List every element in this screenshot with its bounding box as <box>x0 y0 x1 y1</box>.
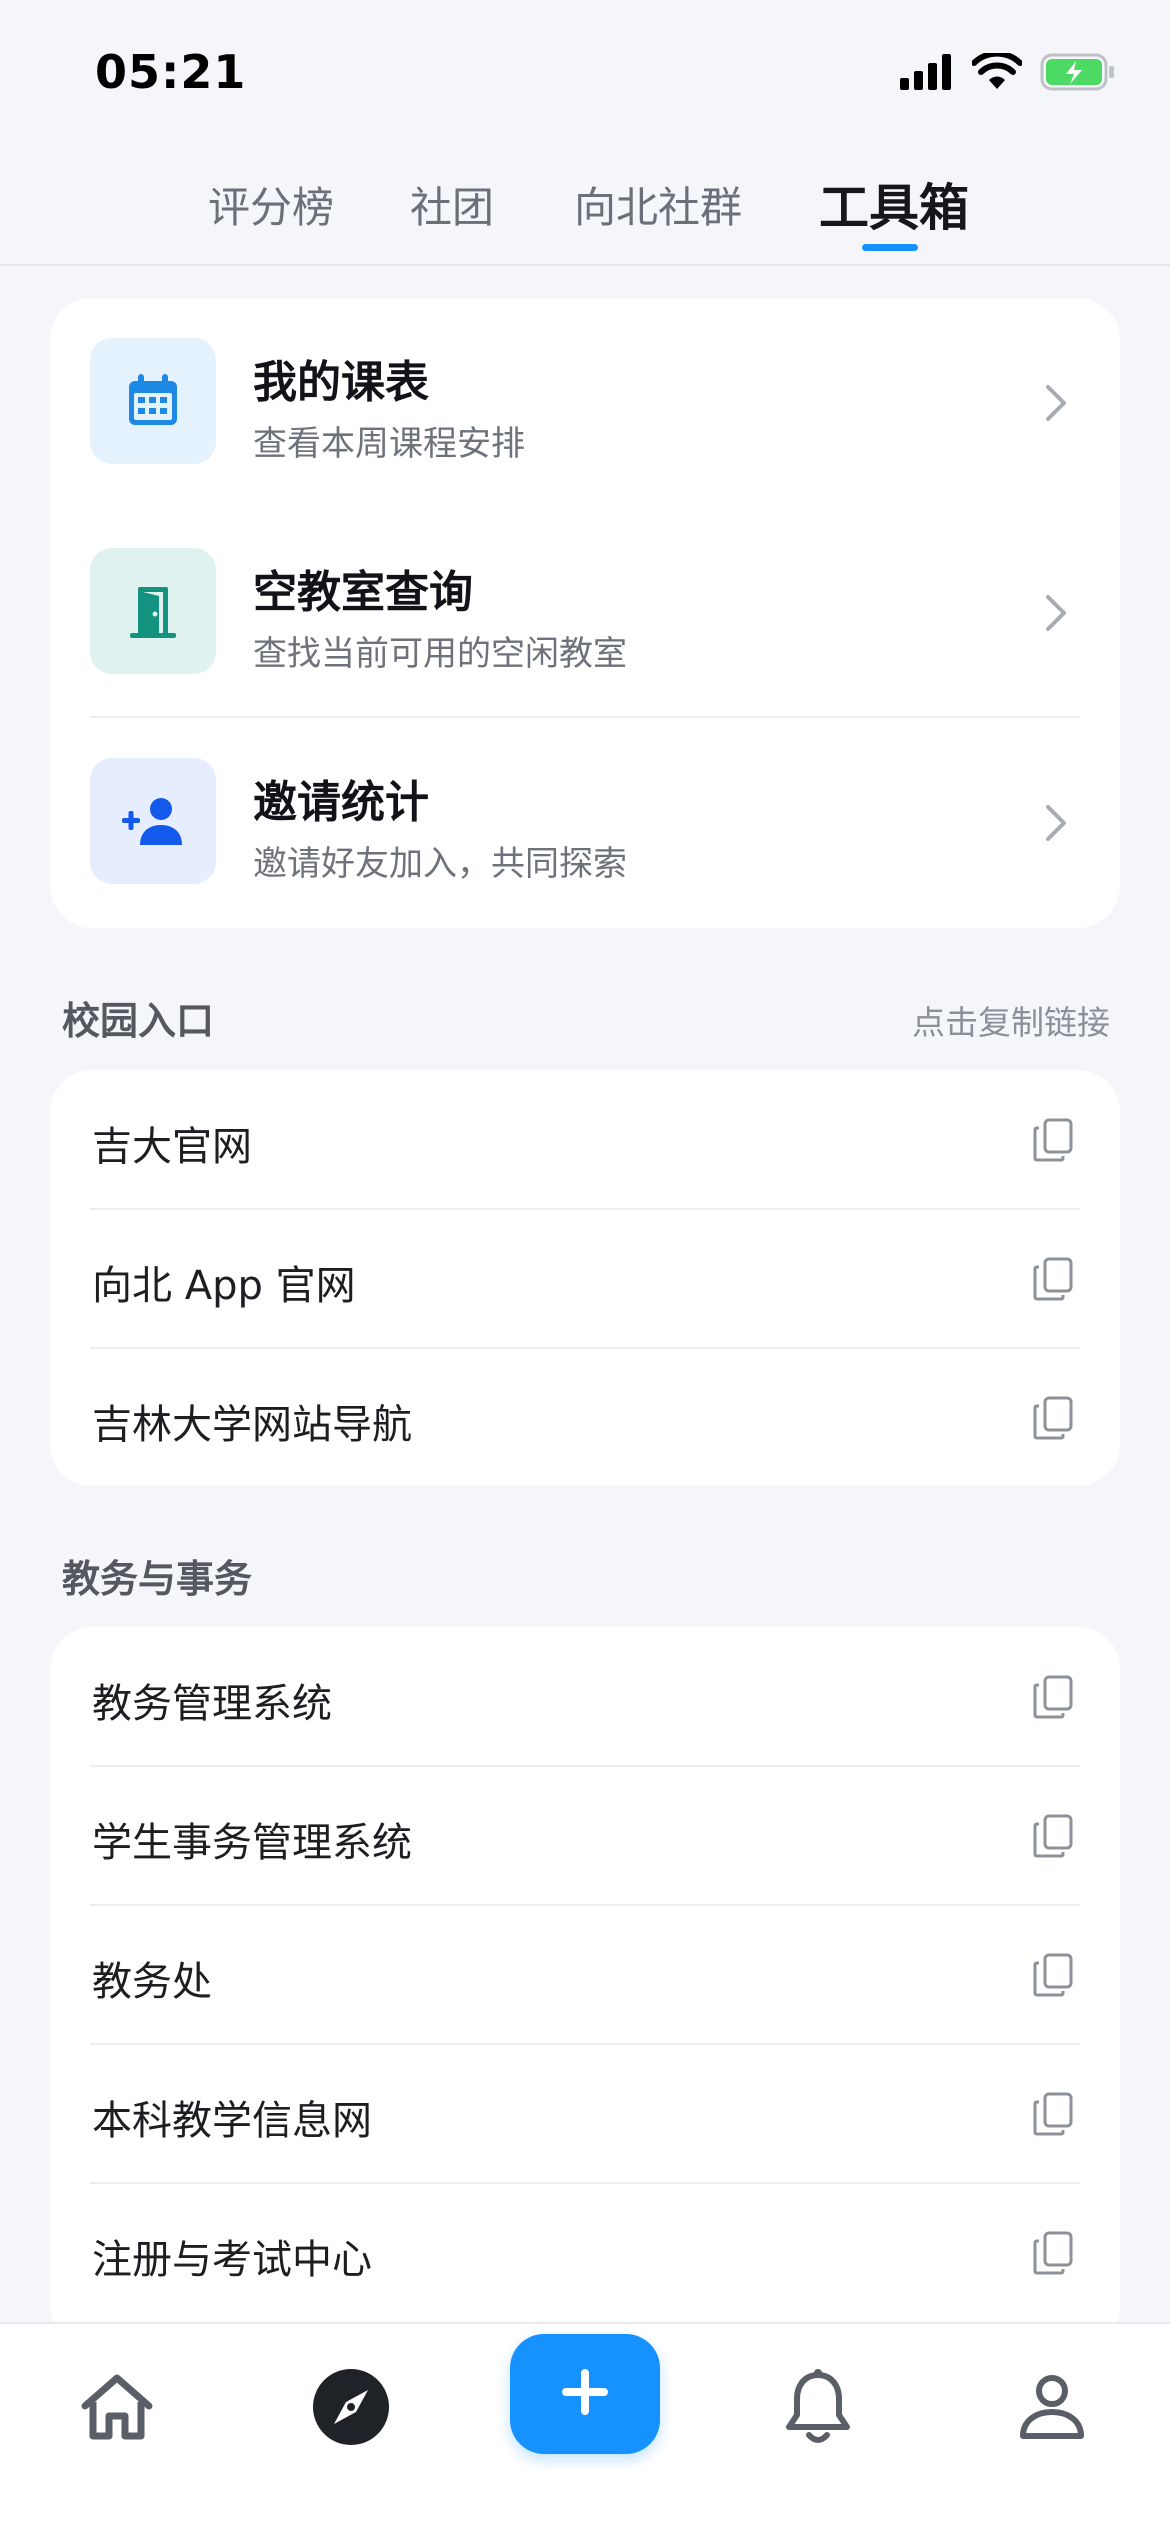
add-person-icon <box>90 758 216 884</box>
tool-subtitle: 查找当前可用的空闲教室 <box>253 634 627 674</box>
nav-notifications[interactable] <box>763 2354 873 2464</box>
list-item[interactable]: 教务管理系统 <box>50 1627 1120 1766</box>
link-label: 教务处 <box>92 1959 212 2005</box>
status-bar: 05:21 <box>0 0 1170 140</box>
compass-icon <box>312 2368 390 2450</box>
copy-icon[interactable] <box>1028 2088 1078 2140</box>
list-item[interactable]: 学生事务管理系统 <box>50 1766 1120 1905</box>
link-label: 向北 App 官网 <box>92 1263 356 1309</box>
copy-icon[interactable] <box>1028 1671 1078 1723</box>
copy-icon[interactable] <box>1028 1253 1078 1305</box>
tool-row-timetable[interactable]: 我的课表 查看本周课程安排 <box>50 298 1120 508</box>
tool-title: 空教室查询 <box>253 567 473 618</box>
tool-subtitle: 查看本周课程安排 <box>253 424 525 464</box>
nav-profile[interactable] <box>997 2354 1107 2464</box>
tab-toolbox[interactable]: 工具箱 <box>819 168 969 240</box>
home-icon <box>79 2372 155 2446</box>
bottom-nav <box>0 2322 1170 2532</box>
link-label: 吉大官网 <box>92 1124 252 1170</box>
tool-row-invite-stats[interactable]: 邀请统计 邀请好友加入，共同探索 <box>50 718 1120 928</box>
link-label: 教务管理系统 <box>92 1681 332 1727</box>
tools-card: 我的课表 查看本周课程安排 空教室查询 查找当前可用的空闲教室 邀请统计 邀请好… <box>50 298 1120 928</box>
bell-icon <box>785 2369 851 2449</box>
list-item[interactable]: 教务处 <box>50 1905 1120 2044</box>
add-button[interactable] <box>510 2334 660 2454</box>
top-tab-bar: 评分榜 社团 向北社群 工具箱 <box>0 150 1170 266</box>
chevron-right-icon <box>1036 378 1076 428</box>
active-tab-indicator <box>862 244 918 251</box>
link-label: 本科教学信息网 <box>92 2098 372 2144</box>
calendar-icon <box>90 338 216 464</box>
door-icon <box>90 548 216 674</box>
list-item[interactable]: 本科教学信息网 <box>50 2044 1120 2183</box>
nav-home[interactable] <box>62 2354 172 2464</box>
academic-links-card: 教务管理系统 学生事务管理系统 教务处 本科教学信息网 注册与考试中心 <box>50 1627 1120 2347</box>
list-item[interactable]: 注册与考试中心 <box>50 2183 1120 2322</box>
chevron-right-icon <box>1036 798 1076 848</box>
campus-links-card: 吉大官网 向北 App 官网 吉林大学网站导航 <box>50 1070 1120 1486</box>
tool-subtitle: 邀请好友加入，共同探索 <box>253 844 627 884</box>
signal-icon <box>900 54 954 94</box>
section-title-academic: 教务与事务 <box>62 1557 253 1601</box>
status-time: 05:21 <box>95 45 247 99</box>
section-hint-copy: 点击复制链接 <box>912 1003 1110 1042</box>
link-label: 注册与考试中心 <box>92 2237 372 2283</box>
tab-ratings[interactable]: 评分榜 <box>208 174 334 235</box>
list-item[interactable]: 吉林大学网站导航 <box>50 1348 1120 1487</box>
nav-discover[interactable] <box>296 2354 406 2464</box>
tool-title: 我的课表 <box>253 357 429 408</box>
tab-clubs[interactable]: 社团 <box>410 174 494 235</box>
list-item[interactable]: 向北 App 官网 <box>50 1209 1120 1348</box>
plus-icon <box>560 2367 610 2421</box>
tab-community[interactable]: 向北社群 <box>574 174 742 235</box>
copy-icon[interactable] <box>1028 2227 1078 2279</box>
copy-icon[interactable] <box>1028 1392 1078 1444</box>
battery-icon <box>1040 53 1116 95</box>
wifi-icon <box>971 50 1023 95</box>
tool-title: 邀请统计 <box>253 777 429 828</box>
status-icons <box>900 50 1116 96</box>
list-item[interactable]: 吉大官网 <box>50 1070 1120 1209</box>
tool-row-empty-classroom[interactable]: 空教室查询 查找当前可用的空闲教室 <box>50 508 1120 718</box>
copy-icon[interactable] <box>1028 1114 1078 1166</box>
link-label: 学生事务管理系统 <box>92 1820 412 1866</box>
copy-icon[interactable] <box>1028 1949 1078 2001</box>
chevron-right-icon <box>1036 588 1076 638</box>
link-label: 吉林大学网站导航 <box>92 1402 412 1448</box>
section-title-campus: 校园入口 <box>62 999 215 1043</box>
copy-icon[interactable] <box>1028 1810 1078 1862</box>
person-icon <box>1019 2374 1085 2444</box>
